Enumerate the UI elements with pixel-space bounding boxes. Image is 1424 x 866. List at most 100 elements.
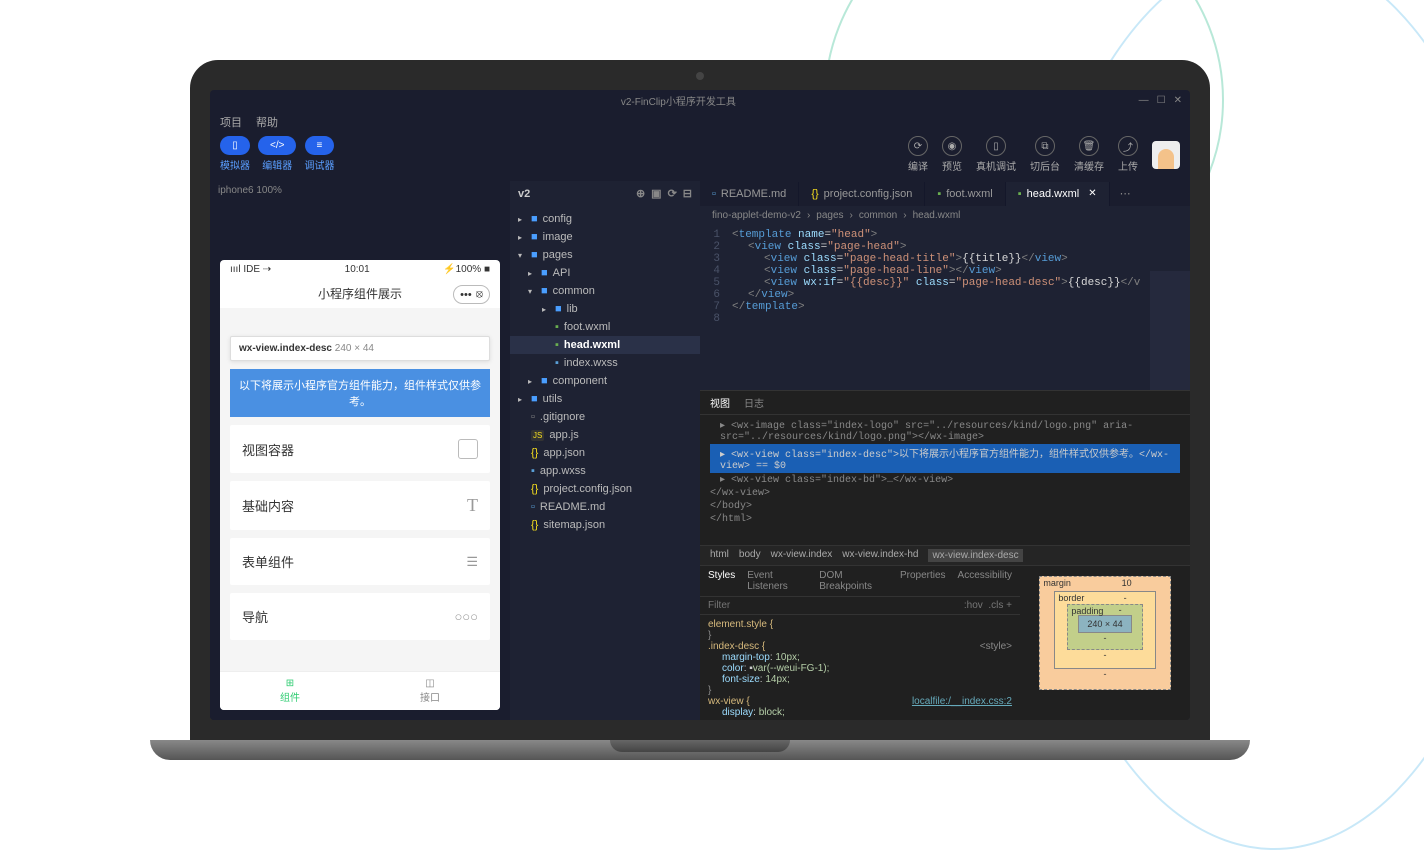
ide-screen: v2-FinClip小程序开发工具 — ☐ ✕ 项目 帮助 ▯ 模拟器 bbox=[210, 90, 1190, 720]
window-title: v2-FinClip小程序开发工具 bbox=[218, 93, 1139, 108]
minimize-icon[interactable]: — bbox=[1139, 95, 1149, 106]
styles-filter-input[interactable] bbox=[708, 600, 964, 611]
battery-indicator: ⚡100% ■ bbox=[443, 264, 490, 275]
action-background[interactable]: ⧉切后台 bbox=[1030, 136, 1060, 173]
devtools-tab-log[interactable]: 日志 bbox=[744, 395, 764, 410]
file-head-wxml[interactable]: ▪head.wxml bbox=[510, 336, 700, 354]
file-app-js[interactable]: JSapp.js bbox=[510, 426, 700, 444]
action-compile[interactable]: ⟳编译 bbox=[908, 136, 928, 173]
trash-icon: 🗑 bbox=[1079, 136, 1099, 156]
tab-component[interactable]: ⊞组件 bbox=[220, 672, 360, 710]
elements-tree[interactable]: ▸ <wx-image class="index-logo" src="../r… bbox=[700, 415, 1190, 545]
styles-tab-styles[interactable]: Styles bbox=[708, 570, 735, 592]
tool-editor[interactable]: </> 编辑器 bbox=[258, 136, 296, 172]
menu-project[interactable]: 项目 bbox=[220, 114, 242, 130]
file-readme[interactable]: ▫README.md bbox=[510, 498, 700, 516]
debug-icon: ▯ bbox=[986, 136, 1006, 156]
collapse-icon[interactable]: ⊟ bbox=[683, 187, 692, 200]
menu-help[interactable]: 帮助 bbox=[256, 114, 278, 130]
tab-head-wxml[interactable]: ▪head.wxml✕ bbox=[1006, 182, 1110, 206]
new-folder-icon[interactable]: ▣ bbox=[651, 187, 661, 200]
folder-api[interactable]: ▸■API bbox=[510, 264, 700, 282]
background-icon: ⧉ bbox=[1035, 136, 1055, 156]
json-icon: {} bbox=[531, 519, 538, 531]
compile-icon: ⟳ bbox=[908, 136, 928, 156]
text-icon: T bbox=[467, 495, 478, 516]
elements-breadcrumb[interactable]: html body wx-view.index wx-view.index-hd… bbox=[700, 545, 1190, 565]
signal-indicator: ıııl IDE ⇢ bbox=[230, 264, 271, 275]
styles-tab-props[interactable]: Properties bbox=[900, 570, 946, 592]
action-remote-debug[interactable]: ▯真机调试 bbox=[976, 136, 1016, 173]
devtools-tab-view[interactable]: 视图 bbox=[710, 395, 730, 410]
tool-simulator[interactable]: ▯ 模拟器 bbox=[220, 136, 250, 172]
add-rule-icon[interactable]: + bbox=[1006, 600, 1012, 611]
list-item-form-component[interactable]: 表单组件☰ bbox=[230, 538, 490, 585]
tab-api[interactable]: ◫接口 bbox=[360, 672, 500, 710]
folder-icon: ■ bbox=[531, 213, 538, 225]
action-preview[interactable]: ◉预览 bbox=[942, 136, 962, 173]
file-sitemap[interactable]: {}sitemap.json bbox=[510, 516, 700, 534]
box-content-size: 240 × 44 bbox=[1078, 615, 1131, 633]
folder-utils[interactable]: ▸■utils bbox=[510, 390, 700, 408]
list-item-navigation[interactable]: 导航○○○ bbox=[230, 593, 490, 640]
styles-tab-dom[interactable]: DOM Breakpoints bbox=[819, 570, 888, 592]
wxml-icon: ▪ bbox=[937, 188, 941, 200]
breadcrumb: fino-applet-demo-v2›pages›common›head.wx… bbox=[700, 206, 1190, 225]
maximize-icon[interactable]: ☐ bbox=[1157, 95, 1166, 106]
list-item-view-container[interactable]: 视图容器 bbox=[230, 425, 490, 473]
menu-icon: ☰ bbox=[466, 554, 478, 570]
card-icon bbox=[458, 439, 478, 459]
window-titlebar: v2-FinClip小程序开发工具 — ☐ ✕ bbox=[210, 90, 1190, 110]
folder-common[interactable]: ▾■common bbox=[510, 282, 700, 300]
wxml-icon: ▪ bbox=[1018, 188, 1022, 200]
file-app-wxss[interactable]: ▪app.wxss bbox=[510, 462, 700, 480]
tool-debugger[interactable]: ≡ 调试器 bbox=[304, 136, 334, 172]
project-root[interactable]: v2 bbox=[518, 188, 530, 200]
json-icon: {} bbox=[531, 447, 538, 459]
list-item-basic-content[interactable]: 基础内容T bbox=[230, 481, 490, 530]
tab-readme[interactable]: ▫README.md bbox=[700, 182, 799, 206]
folder-pages[interactable]: ▾■pages bbox=[510, 246, 700, 264]
laptop-mockup: v2-FinClip小程序开发工具 — ☐ ✕ 项目 帮助 ▯ 模拟器 bbox=[150, 60, 1250, 800]
action-upload[interactable]: ⤴上传 bbox=[1118, 136, 1138, 173]
action-clear-cache[interactable]: 🗑清缓存 bbox=[1074, 136, 1104, 173]
folder-config[interactable]: ▸■config bbox=[510, 210, 700, 228]
file-gitignore[interactable]: ▫.gitignore bbox=[510, 408, 700, 426]
wxml-icon: ▪ bbox=[555, 321, 559, 333]
clock: 10:01 bbox=[345, 264, 370, 275]
file-index-wxss[interactable]: ▪index.wxss bbox=[510, 354, 700, 372]
preview-icon: ◉ bbox=[942, 136, 962, 156]
new-file-icon[interactable]: ⊕ bbox=[636, 187, 645, 200]
folder-component[interactable]: ▸■component bbox=[510, 372, 700, 390]
file-app-json[interactable]: {}app.json bbox=[510, 444, 700, 462]
close-icon[interactable]: ✕ bbox=[1174, 95, 1182, 106]
phone-simulator: ıııl IDE ⇢ 10:01 ⚡100% ■ 小程序组件展示 ••• ⦻ bbox=[220, 260, 500, 710]
file-foot-wxml[interactable]: ▪foot.wxml bbox=[510, 318, 700, 336]
file-project-config[interactable]: {}project.config.json bbox=[510, 480, 700, 498]
hov-toggle[interactable]: :hov bbox=[964, 600, 983, 611]
styles-tab-listeners[interactable]: Event Listeners bbox=[747, 570, 807, 592]
refresh-icon[interactable]: ⟳ bbox=[668, 187, 677, 200]
tab-foot-wxml[interactable]: ▪foot.wxml bbox=[925, 182, 1005, 206]
folder-icon: ■ bbox=[531, 393, 538, 405]
folder-lib[interactable]: ▸■lib bbox=[510, 300, 700, 318]
styles-tab-acc[interactable]: Accessibility bbox=[958, 570, 1012, 592]
component-icon: ⊞ bbox=[226, 678, 354, 689]
editor-tabs: ▫README.md {}project.config.json ▪foot.w… bbox=[700, 181, 1190, 206]
cls-toggle[interactable]: .cls bbox=[988, 600, 1003, 611]
code-icon: </> bbox=[258, 136, 296, 155]
close-icon[interactable]: ✕ bbox=[1088, 188, 1096, 199]
capsule-button[interactable]: ••• ⦻ bbox=[453, 285, 490, 304]
highlighted-element: 以下将展示小程序官方组件能力，组件样式仅供参考。 bbox=[230, 369, 490, 417]
folder-icon: ■ bbox=[541, 375, 548, 387]
code-editor[interactable]: 1<template name="head"> 2<view class="pa… bbox=[700, 225, 1190, 390]
inspector-tooltip: wx-view.index-desc 240 × 44 bbox=[230, 336, 490, 361]
folder-image[interactable]: ▸■image bbox=[510, 228, 700, 246]
simulator-device-label[interactable]: iphone6 100% bbox=[210, 181, 510, 200]
user-avatar[interactable] bbox=[1152, 141, 1180, 169]
styles-rules[interactable]: element.style { } .index-desc {<style> m… bbox=[700, 615, 1020, 720]
tabs-overflow[interactable]: ⋯ bbox=[1110, 181, 1141, 206]
minimap[interactable] bbox=[1150, 271, 1190, 390]
wxss-icon: ▪ bbox=[531, 465, 535, 477]
tab-project-config[interactable]: {}project.config.json bbox=[799, 182, 925, 206]
